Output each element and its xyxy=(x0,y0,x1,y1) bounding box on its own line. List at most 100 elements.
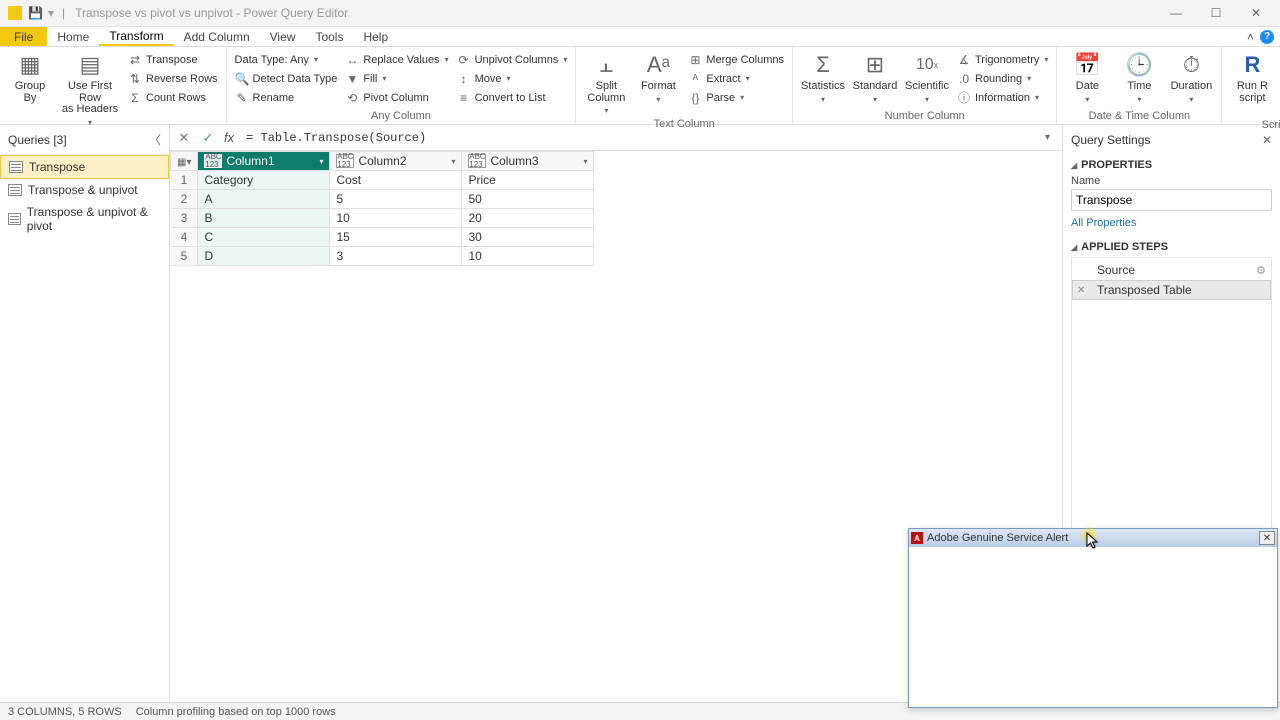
cell[interactable]: C xyxy=(198,228,330,247)
cell[interactable]: 3 xyxy=(330,247,462,266)
maximize-button[interactable]: ☐ xyxy=(1196,1,1236,25)
cell[interactable]: Cost xyxy=(330,171,462,190)
datatype-icon[interactable]: ABC123 xyxy=(336,154,354,168)
fx-icon[interactable]: fx xyxy=(224,130,234,145)
parse-button[interactable]: {}Parse▾ xyxy=(686,89,786,106)
column-filter-icon[interactable]: ▾ xyxy=(583,157,587,166)
table-row[interactable]: 3B1020 xyxy=(171,209,594,228)
cell[interactable]: A xyxy=(198,190,330,209)
cell[interactable]: 10 xyxy=(330,209,462,228)
column-header[interactable]: ABC123 Column2 ▾ xyxy=(330,152,462,171)
cell[interactable]: B xyxy=(198,209,330,228)
cell[interactable]: Category xyxy=(198,171,330,190)
formula-cancel-icon[interactable]: ✕ xyxy=(176,130,192,146)
data-type-button[interactable]: Data Type: Any▾ xyxy=(233,51,340,68)
column-filter-icon[interactable]: ▾ xyxy=(451,157,455,166)
time-button[interactable]: 🕒Time▾ xyxy=(1115,49,1163,106)
tab-tools[interactable]: Tools xyxy=(305,27,353,46)
query-name-input[interactable] xyxy=(1071,189,1272,211)
column-name: Column2 xyxy=(358,154,406,168)
collapse-ribbon-icon[interactable]: ˄ xyxy=(1247,30,1254,44)
datatype-icon[interactable]: ABC123 xyxy=(204,154,222,168)
tab-file[interactable]: File xyxy=(0,27,47,46)
query-item[interactable]: Transpose & unpivot xyxy=(0,179,169,201)
properties-header[interactable]: PROPERTIES xyxy=(1071,159,1272,171)
popup-close-button[interactable]: ✕ xyxy=(1259,531,1275,545)
extract-button[interactable]: ᴬExtract▾ xyxy=(686,70,786,87)
popup-titlebar[interactable]: A Adobe Genuine Service Alert ✕ xyxy=(909,529,1277,547)
run-r-button[interactable]: RRun R script xyxy=(1228,49,1276,106)
cell[interactable]: 20 xyxy=(462,209,594,228)
cell[interactable]: 30 xyxy=(462,228,594,247)
column-header[interactable]: ABC123Column3▾ xyxy=(462,152,594,171)
table-row[interactable]: 5D310 xyxy=(171,247,594,266)
standard-button[interactable]: ⊞Standard▾ xyxy=(851,49,899,106)
fill-button[interactable]: ▼Fill▾ xyxy=(343,70,450,87)
detect-type-button[interactable]: 🔍Detect Data Type xyxy=(233,70,340,87)
information-button[interactable]: ⓘInformation▾ xyxy=(955,89,1050,106)
step-gear-icon[interactable]: ⚙ xyxy=(1256,264,1266,277)
save-icon[interactable]: 💾 xyxy=(28,6,42,20)
queries-header[interactable]: Queries [3] 〈 xyxy=(0,125,169,155)
format-button[interactable]: AᵃFormat▾ xyxy=(634,49,682,106)
cell[interactable]: 50 xyxy=(462,190,594,209)
statistics-button[interactable]: ΣStatistics▾ xyxy=(799,49,847,106)
tab-add-column[interactable]: Add Column xyxy=(174,27,260,46)
use-first-row-button[interactable]: ▤ Use First Row as Headers ▾ xyxy=(58,49,122,129)
trigonometry-button[interactable]: ∡Trigonometry▾ xyxy=(955,51,1050,68)
data-grid[interactable]: ▦▾ABC123Column1▾ABC123Column2▾ABC123Colu… xyxy=(170,151,594,266)
row-number[interactable]: 2 xyxy=(171,190,198,209)
collapse-queries-icon[interactable]: 〈 xyxy=(149,131,161,148)
column-header[interactable]: ABC123Column1▾ xyxy=(198,152,330,171)
row-number[interactable]: 1 xyxy=(171,171,198,190)
cell[interactable]: 5 xyxy=(330,190,462,209)
tab-home[interactable]: Home xyxy=(47,27,99,46)
close-button[interactable]: ✕ xyxy=(1236,1,1276,25)
formula-expand-icon[interactable]: ▾ xyxy=(1039,132,1056,143)
query-item[interactable]: Transpose & unpivot & pivot xyxy=(0,201,169,237)
move-button[interactable]: ↕Move▾ xyxy=(455,70,570,87)
table-row[interactable]: 1CategoryCostPrice xyxy=(171,171,594,190)
tab-transform[interactable]: Transform xyxy=(99,27,173,46)
group-by-button[interactable]: ▦ Group By xyxy=(6,49,54,106)
date-button[interactable]: 📅Date▾ xyxy=(1063,49,1111,106)
all-properties-link[interactable]: All Properties xyxy=(1071,217,1136,229)
close-settings-icon[interactable]: ✕ xyxy=(1262,133,1272,147)
rounding-button[interactable]: .0Rounding▾ xyxy=(955,70,1050,87)
replace-values-button[interactable]: ↔Replace Values▾ xyxy=(343,51,450,68)
minimize-button[interactable]: ― xyxy=(1156,1,1196,25)
cell[interactable]: 15 xyxy=(330,228,462,247)
cell[interactable]: 10 xyxy=(462,247,594,266)
count-rows-button[interactable]: ΣCount Rows xyxy=(126,89,220,106)
split-column-button[interactable]: ⫠Split Column▾ xyxy=(582,49,630,117)
convert-list-button[interactable]: ≡Convert to List xyxy=(455,89,570,106)
duration-button[interactable]: ⏱Duration▾ xyxy=(1167,49,1215,106)
delete-step-icon[interactable]: ✕ xyxy=(1077,285,1087,296)
row-number[interactable]: 3 xyxy=(171,209,198,228)
table-row[interactable]: 4C1530 xyxy=(171,228,594,247)
table-row[interactable]: 2A550 xyxy=(171,190,594,209)
applied-steps-header[interactable]: APPLIED STEPS xyxy=(1071,241,1272,253)
cell[interactable]: Price xyxy=(462,171,594,190)
merge-columns-button[interactable]: ⊞Merge Columns xyxy=(686,51,786,68)
row-number[interactable]: 4 xyxy=(171,228,198,247)
help-icon[interactable]: ? xyxy=(1260,30,1274,44)
datatype-icon[interactable]: ABC123 xyxy=(468,154,486,168)
scientific-button[interactable]: 10xScientific▾ xyxy=(903,49,951,106)
formula-input[interactable] xyxy=(242,129,1031,147)
cell[interactable]: D xyxy=(198,247,330,266)
tab-view[interactable]: View xyxy=(260,27,306,46)
rename-button[interactable]: ✎Rename xyxy=(233,89,340,106)
grid-corner[interactable]: ▦▾ xyxy=(171,152,198,171)
unpivot-button[interactable]: ⟳Unpivot Columns▾ xyxy=(455,51,570,68)
formula-commit-icon[interactable]: ✓ xyxy=(200,130,216,146)
transpose-button[interactable]: ⇄Transpose xyxy=(126,51,220,68)
tab-help[interactable]: Help xyxy=(353,27,398,46)
query-item[interactable]: Transpose xyxy=(0,155,169,179)
reverse-rows-button[interactable]: ⇅Reverse Rows xyxy=(126,70,220,87)
column-filter-icon[interactable]: ▾ xyxy=(319,157,323,166)
applied-step[interactable]: Source⚙ xyxy=(1072,260,1271,280)
pivot-button[interactable]: ⟲Pivot Column xyxy=(343,89,450,106)
row-number[interactable]: 5 xyxy=(171,247,198,266)
applied-step[interactable]: ✕Transposed Table xyxy=(1072,280,1271,300)
